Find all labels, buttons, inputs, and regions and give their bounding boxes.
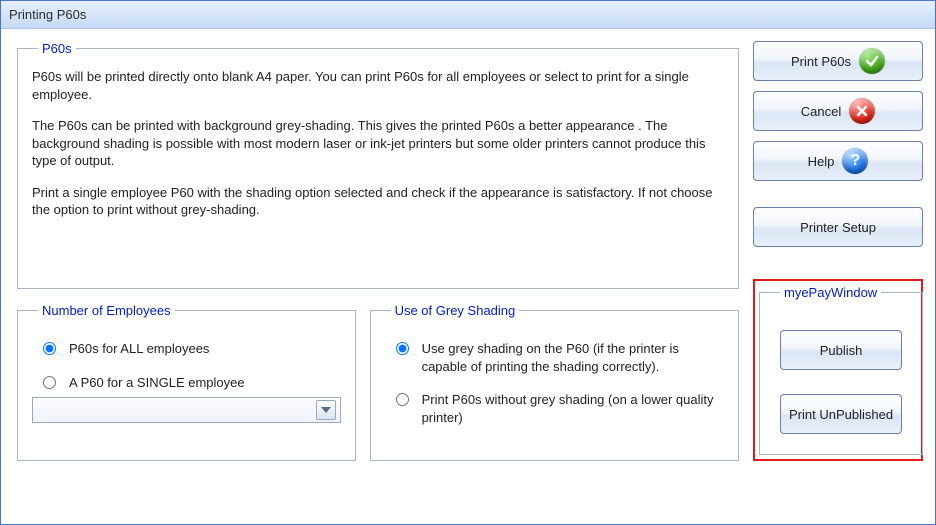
print-p60s-label: Print P60s — [791, 54, 851, 69]
radio-no-shading-input[interactable] — [396, 393, 409, 406]
shading-group: Use of Grey Shading Use grey shading on … — [370, 303, 739, 461]
question-icon: ? — [842, 148, 868, 174]
radio-all-employees-label: P60s for ALL employees — [69, 340, 209, 358]
radio-no-shading[interactable]: Print P60s without grey shading (on a lo… — [391, 391, 724, 426]
print-unpublished-label: Print UnPublished — [789, 407, 893, 422]
radio-single-employee-input[interactable] — [43, 376, 56, 389]
radio-all-employees[interactable]: P60s for ALL employees — [38, 340, 341, 358]
p60s-legend: P60s — [38, 41, 76, 56]
shading-legend: Use of Grey Shading — [391, 303, 520, 318]
help-button[interactable]: Help ? — [753, 141, 923, 181]
employee-combo[interactable] — [32, 397, 341, 423]
close-icon — [849, 98, 875, 124]
radio-single-employee-label: A P60 for a SINGLE employee — [69, 374, 245, 392]
print-p60s-button[interactable]: Print P60s — [753, 41, 923, 81]
radio-use-shading-input[interactable] — [396, 342, 409, 355]
myepay-legend: myePayWindow — [780, 285, 881, 300]
checkmark-icon — [859, 48, 885, 74]
p60s-para1: P60s will be printed directly onto blank… — [32, 68, 724, 103]
p60s-para3: Print a single employee P60 with the sha… — [32, 184, 724, 219]
p60s-group: P60s P60s will be printed directly onto … — [17, 41, 739, 289]
radio-no-shading-label: Print P60s without grey shading (on a lo… — [422, 391, 724, 426]
window: Printing P60s P60s P60s will be printed … — [0, 0, 936, 525]
content-area: P60s P60s will be printed directly onto … — [1, 29, 935, 524]
cancel-label: Cancel — [801, 104, 841, 119]
p60s-para2: The P60s can be printed with background … — [32, 117, 724, 170]
publish-label: Publish — [820, 343, 863, 358]
printer-setup-label: Printer Setup — [800, 220, 876, 235]
radio-use-shading[interactable]: Use grey shading on the P60 (if the prin… — [391, 340, 724, 375]
chevron-down-icon[interactable] — [316, 400, 336, 420]
publish-button[interactable]: Publish — [780, 330, 902, 370]
help-label: Help — [808, 154, 835, 169]
myepay-group: myePayWindow Publish Print UnPublished — [759, 285, 923, 455]
employees-legend: Number of Employees — [38, 303, 175, 318]
radio-all-employees-input[interactable] — [43, 342, 56, 355]
employees-group: Number of Employees P60s for ALL employe… — [17, 303, 356, 461]
radio-single-employee[interactable]: A P60 for a SINGLE employee — [38, 374, 341, 392]
print-unpublished-button[interactable]: Print UnPublished — [780, 394, 902, 434]
cancel-button[interactable]: Cancel — [753, 91, 923, 131]
printer-setup-button[interactable]: Printer Setup — [753, 207, 923, 247]
radio-use-shading-label: Use grey shading on the P60 (if the prin… — [422, 340, 724, 375]
window-title: Printing P60s — [9, 7, 86, 22]
titlebar: Printing P60s — [1, 1, 935, 29]
myepay-highlight: myePayWindow Publish Print UnPublished — [753, 279, 923, 461]
